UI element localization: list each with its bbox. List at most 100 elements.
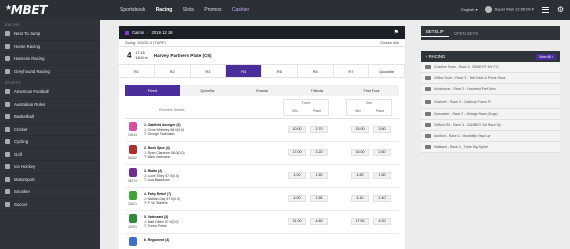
tote-win-odds[interactable]: 15.00	[351, 126, 369, 133]
tote-place-odds[interactable]: 1.60	[373, 172, 391, 179]
sidebar-item-golf[interactable]: Golf	[0, 149, 100, 161]
list-item[interactable]: Charlton Town - Race 3 - BENEFIT MY F.S.	[421, 62, 560, 73]
sidebar-item-harness-racing[interactable]: Harness Racing	[0, 53, 100, 66]
basketball-icon	[5, 114, 10, 120]
view-all-button[interactable]: View All ›	[536, 53, 556, 60]
nav-slots[interactable]: Slots	[183, 7, 194, 13]
fixed-place-odds[interactable]: 4.60	[310, 218, 328, 225]
fixed-place-odds[interactable]: 3.20	[310, 149, 328, 156]
horse-icon	[425, 134, 431, 138]
tab-r2[interactable]: R2	[155, 65, 191, 77]
tote-place-odds[interactable]: 2.60	[373, 149, 391, 156]
sidebar-racing-heading: RACING	[5, 23, 20, 27]
gear-icon[interactable]: ⚙	[557, 6, 564, 14]
fixed-place-odds[interactable]: 2.70	[310, 126, 328, 133]
horse-icon	[425, 76, 431, 80]
runner-trainer: T: Mark Hallmann	[144, 155, 171, 160]
sidebar-item-cycling[interactable]: Cycling	[0, 136, 100, 149]
language-select[interactable]: English ▾	[461, 7, 477, 12]
sidebar-item-next-to-jump[interactable]: Next To Jump	[0, 28, 100, 41]
runner-name[interactable]: 4. Fairy Rebel (7)	[144, 192, 171, 196]
tote-win-odds[interactable]: 4.40	[351, 195, 369, 202]
list-item-label: Charlton Town - Race 3 - BENEFIT MY F.S.	[434, 65, 500, 69]
horse-icon	[425, 99, 431, 104]
tote-win-odds[interactable]: 4.60	[351, 172, 369, 179]
list-item[interactable]: Doncaster - Race 2 - Vintage Race (Dogs)	[421, 109, 560, 120]
tab-r3[interactable]: R3	[191, 65, 227, 77]
tab-quinella[interactable]: Quinella	[180, 85, 235, 96]
tab-fixed[interactable]: Fixed	[125, 85, 180, 96]
list-item[interactable]: Ashford - Race 3 - Mutability Yaya Lyr	[421, 131, 560, 142]
list-item[interactable]: Clifford Rd - Race 3 - CANBEG 3rd Race G…	[421, 120, 560, 131]
tab-exacta[interactable]: Exacta	[235, 85, 290, 96]
snooker-icon	[5, 189, 10, 195]
logo-text: MBET	[10, 3, 48, 17]
tab-betslip[interactable]: BETSLIP	[421, 29, 449, 37]
language-label: English	[461, 7, 475, 12]
sidebar-item-american-football[interactable]: American Football	[0, 86, 100, 99]
runner-name[interactable]: 6. Regument (4)	[144, 238, 169, 242]
tote-win-odds[interactable]: 17.50	[351, 218, 369, 225]
table-row: 22621 4. Fairy Rebel (7) J: Nathan Day 57…	[125, 188, 399, 211]
sidebar-item-soccer[interactable]: Soccer	[0, 199, 100, 211]
nav-promos[interactable]: Promos	[204, 7, 221, 13]
sidebar-item-cricket[interactable]: Cricket	[0, 124, 100, 136]
menu-icon[interactable]	[541, 6, 549, 13]
fixed-place-odds[interactable]: 1.55	[310, 172, 328, 179]
tote-place-odds[interactable]: 4.20	[373, 218, 391, 225]
sidebar-item-snooker[interactable]: Snooker	[0, 186, 100, 199]
nav-racing[interactable]: Racing	[156, 7, 173, 13]
user-menu[interactable]: Super Man 12:06:00 ▾	[485, 6, 534, 13]
sidebar-item-australian-rules[interactable]: Australian Rules	[0, 99, 100, 111]
tab-open-bets[interactable]: OPEN BETS	[449, 31, 484, 36]
tab-trifecta[interactable]: Trifecta	[289, 85, 344, 96]
runner-name[interactable]: 1. Oakfield Avenger (2)	[144, 123, 181, 127]
sidebar-item-basketball[interactable]: Basketball	[0, 111, 100, 124]
nav-cashier[interactable]: Cashier	[232, 7, 249, 13]
tab-r1[interactable]: R1	[119, 65, 155, 77]
horse-icon	[425, 145, 431, 149]
runner-name[interactable]: 5. Valenzani (3)	[144, 215, 168, 219]
list-item[interactable]: Gosforth - Race 3 - Cadbury Foxes Fr	[421, 95, 560, 109]
tote-place-odds[interactable]: 1.40	[373, 195, 391, 202]
fixed-place-odds[interactable]: 1.55	[310, 195, 328, 202]
tab-quaddie[interactable]: Quaddie	[369, 65, 405, 77]
fixed-group: Fixed Win Place	[283, 99, 329, 116]
sidebar-item-horse-racing[interactable]: Horse Racing	[0, 41, 100, 53]
fixed-win-odds[interactable]: 31.00	[288, 218, 306, 225]
sidebar: RACING Next To Jump Horse Racing Harness…	[0, 20, 100, 249]
runner-name[interactable]: 2. Rock Spur (4)	[144, 146, 170, 150]
list-item-label: Clifton Town - Race 3 - Tab Odds & Prime…	[434, 76, 506, 80]
tab-r5[interactable]: R5	[262, 65, 298, 77]
table-row: 6. Regument (4)	[125, 234, 399, 249]
runner-name[interactable]: 3. Rialto (2)	[144, 169, 162, 173]
tab-r6[interactable]: R6	[298, 65, 334, 77]
fixed-win-odds[interactable]: 4.00	[288, 172, 306, 179]
list-item[interactable]: Ashbourne - Race 2 - Hourbest Pref Men	[421, 84, 560, 95]
list-item-label: Maitland - Race 2 - Triple Big Sprint	[434, 145, 488, 149]
sidebar-item-label: Harness Racing	[14, 56, 45, 62]
sidebar-item-greyhound-racing[interactable]: Greyhound Racing	[0, 66, 100, 78]
tab-r4[interactable]: R4	[226, 65, 262, 77]
race-tabs: R1 R2 R3 R4 R5 R6 R7 Quaddie	[119, 65, 405, 78]
sidebar-item-motorsport[interactable]: Motorsport	[0, 174, 100, 186]
nav-sportsbook[interactable]: Sportsbook	[120, 7, 145, 13]
fixed-win-odds[interactable]: 17.00	[288, 149, 306, 156]
cycling-icon	[5, 139, 10, 145]
fixed-win-odds[interactable]: 4.00	[288, 195, 306, 202]
sidebar-item-ice-hockey[interactable]: Ice Hockey	[0, 161, 100, 174]
flag-icon[interactable]: ⚑	[394, 29, 399, 36]
fixed-win-odds[interactable]: 10.00	[288, 126, 306, 133]
racing-panel-title-text: RACING	[428, 54, 446, 59]
table-row: 56262 2. Rock Spur (4) J: Ryan Clarence 5…	[125, 142, 399, 165]
list-item[interactable]: Maitland - Race 2 - Triple Big Sprint	[421, 142, 560, 153]
list-item[interactable]: Clifton Town - Race 3 - Tab Odds & Prime…	[421, 73, 560, 84]
tote-place-odds[interactable]: 3.80	[373, 126, 391, 133]
race-time-block: 17:15 1400 m	[135, 51, 147, 60]
runner-info: 6. Regument (4)	[144, 238, 169, 243]
logo[interactable]: ★MBET	[5, 3, 47, 17]
tote-win-odds[interactable]: 16.00	[351, 149, 369, 156]
tab-first-four[interactable]: First Four	[344, 85, 399, 96]
tab-r7[interactable]: R7	[334, 65, 370, 77]
sidebar-item-label: Cycling	[14, 139, 29, 145]
